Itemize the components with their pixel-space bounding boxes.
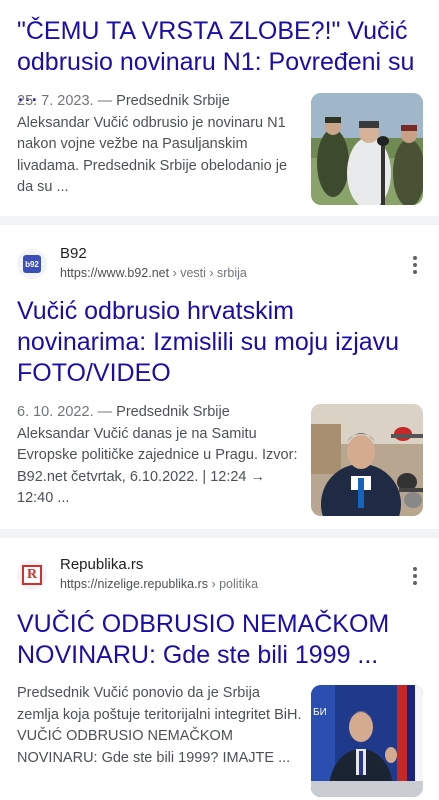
result-title-link[interactable]: VUČIĆ ODBRUSIO NEMAČKOM NOVINARU: Gde st… <box>17 609 425 671</box>
result-snippet: 25. 7. 2023. — Predsednik Srbije Aleksan… <box>17 91 303 199</box>
search-result-3: R Republika.rs https://nizelige.republik… <box>0 538 439 800</box>
result-source[interactable]: R Republika.rs https://nizelige.republik… <box>17 556 425 596</box>
svg-text:БИ: БИ <box>313 707 327 718</box>
url-breadcrumb: › politika <box>208 577 259 591</box>
more-options-icon[interactable] <box>405 253 425 277</box>
url-domain: https://www.b92.net <box>60 266 170 280</box>
result-snippet: Predsednik Vučić ponovio da je Srbija ze… <box>17 683 303 769</box>
search-result-2: b92 B92 https://www.b92.net › vesti › sr… <box>0 225 439 529</box>
result-date: 6. 10. 2022. — <box>17 404 113 420</box>
result-title-link[interactable]: Vučić odbrusio hrvatskim novinarima: Izm… <box>17 296 425 389</box>
more-options-icon[interactable] <box>405 564 425 588</box>
site-name: B92 <box>60 245 87 262</box>
url-domain: https://nizelige.republika.rs <box>60 577 208 591</box>
republika-favicon-icon: R <box>17 560 47 590</box>
result-separator <box>0 529 439 538</box>
result-thumbnail[interactable]: БИ <box>311 685 423 797</box>
result-thumbnail[interactable] <box>311 404 423 516</box>
site-url: https://nizelige.republika.rs › politika <box>60 577 258 591</box>
b92-logo: b92 <box>23 255 41 273</box>
result-source[interactable]: b92 B92 https://www.b92.net › vesti › sr… <box>17 245 425 285</box>
site-name: Republika.rs <box>60 556 144 573</box>
b92-favicon-icon: b92 <box>17 249 47 279</box>
url-breadcrumb: › vesti › srbija <box>169 266 247 280</box>
result-separator <box>0 216 439 225</box>
result-date: 25. 7. 2023. — <box>17 93 113 109</box>
outdoor-press-photo-icon <box>311 93 423 205</box>
result-thumbnail[interactable] <box>311 93 423 205</box>
search-result-1: "ČEMU TA VRSTA ZLOBE?!" Vučić odbrusio n… <box>0 0 439 216</box>
site-url: https://www.b92.net › vesti › srbija <box>60 266 247 280</box>
result-snippet-text: Predsednik Vučić ponovio da je Srbija ze… <box>17 685 302 766</box>
result-snippet: 6. 10. 2022. — Predsednik Srbije Aleksan… <box>17 402 303 510</box>
republika-logo: R <box>22 565 42 585</box>
microphones-photo-icon <box>311 404 423 516</box>
podium-photo-icon: БИ <box>311 685 423 797</box>
